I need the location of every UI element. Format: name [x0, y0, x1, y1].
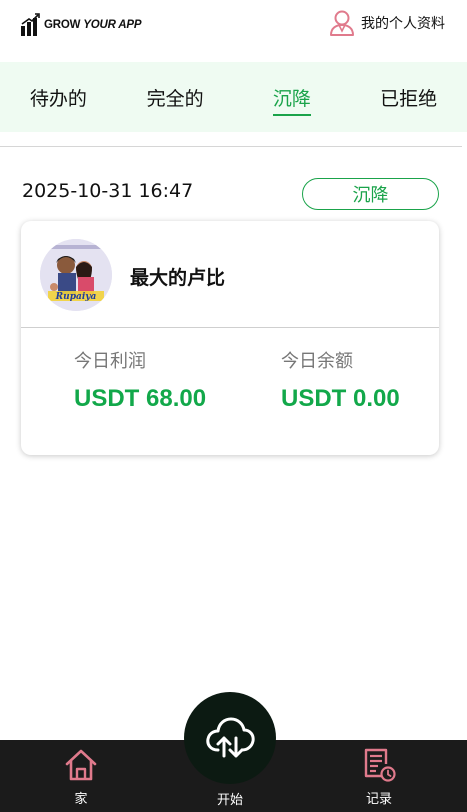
app-logo: GROW YOUR APP [20, 12, 141, 38]
tab-pending[interactable]: 待办的 [0, 62, 117, 132]
movie-poster-image: Rupaiya [40, 239, 112, 311]
profile-label: 我的个人资料 [361, 16, 445, 32]
nav-home-label: 家 [74, 792, 88, 807]
document-clock-icon [364, 748, 396, 782]
tab-label: 待办的 [29, 87, 87, 110]
profit-value: USDT 68.00 [74, 385, 207, 412]
tab-label: 完全的 [146, 87, 204, 110]
record-datetime: 2025-10-31 16:47 [22, 180, 194, 202]
avatar-caption: Rupaiya [55, 292, 97, 302]
profit-label: 今日利润 [74, 351, 146, 372]
balance-label: 今日余额 [281, 351, 353, 372]
balance-stat: 今日余额 USDT 0.00 [281, 347, 400, 413]
tab-label: 沉降 [272, 84, 311, 116]
home-icon [65, 749, 97, 781]
tab-completed[interactable]: 完全的 [117, 62, 234, 132]
status-badge: 沉降 [302, 178, 439, 210]
app-header: GROW YOUR APP 我的个人资料 [0, 0, 467, 62]
cloud-sync-icon [206, 717, 255, 758]
tab-settled[interactable]: 沉降 [234, 62, 351, 132]
card-divider [21, 327, 439, 328]
start-button[interactable] [184, 692, 276, 784]
nav-records[interactable]: 记录 [360, 746, 398, 807]
tab-rejected[interactable]: 已拒绝 [350, 62, 467, 132]
profile-link[interactable]: 我的个人资料 [327, 8, 445, 38]
record-card[interactable]: Rupaiya 最大的卢比 今日利润 USDT 68.00 今日余额 USDT … [21, 221, 439, 455]
growth-bars-icon [21, 13, 40, 36]
nav-records-label: 记录 [365, 792, 392, 807]
status-tabs: 待办的 完全的 沉降 已拒绝 [0, 62, 467, 132]
balance-value: USDT 0.00 [281, 385, 400, 412]
tab-label: 已拒绝 [380, 87, 438, 110]
divider [0, 146, 462, 147]
logo-text-bold: GROW [44, 19, 81, 31]
record-name: 最大的卢比 [130, 267, 226, 289]
start-label: 开始 [216, 793, 243, 808]
avatar: Rupaiya [40, 239, 112, 311]
nav-home[interactable]: 家 [62, 746, 100, 807]
person-icon [330, 10, 354, 36]
logo-text: GROW YOUR APP [44, 19, 141, 31]
profit-stat: 今日利润 USDT 68.00 [74, 347, 206, 413]
logo-text-italic: YOUR APP [83, 19, 142, 31]
